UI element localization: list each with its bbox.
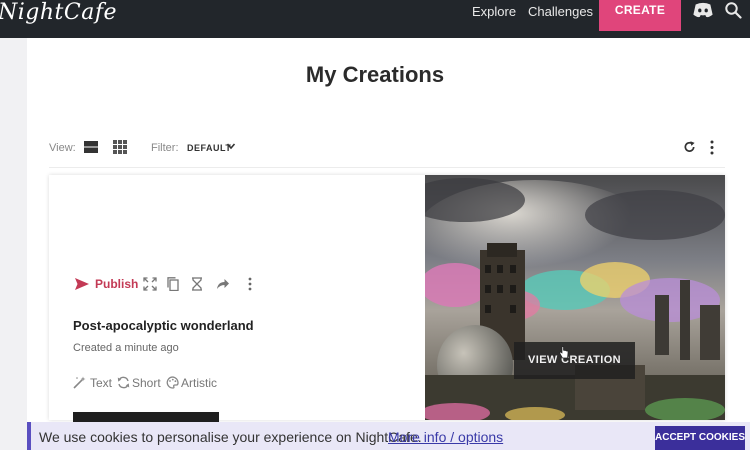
- list-view-icon[interactable]: [84, 140, 98, 154]
- send-icon[interactable]: [74, 277, 90, 291]
- view-label: View:: [49, 142, 76, 154]
- palette-icon: [166, 376, 179, 389]
- cookie-more-info-link[interactable]: More info / options: [388, 429, 503, 445]
- nav-challenges-link[interactable]: Challenges: [528, 4, 593, 19]
- toolbar-divider: [49, 167, 725, 168]
- accept-cookies-button[interactable]: ACCEPT COOKIES: [655, 426, 745, 450]
- search-icon[interactable]: [724, 1, 742, 19]
- creation-image[interactable]: [425, 175, 725, 420]
- nightcafe-logo[interactable]: NightCafe: [0, 0, 117, 25]
- tag-length: Short: [132, 376, 161, 390]
- refresh-icon[interactable]: [683, 140, 696, 154]
- view-creation-button[interactable]: VIEW CREATION: [514, 342, 635, 379]
- chevron-down-icon[interactable]: [226, 141, 236, 151]
- cookie-message: We use cookies to personalise your exper…: [39, 429, 422, 445]
- more-options-icon[interactable]: [709, 140, 715, 155]
- create-button[interactable]: CREATE: [599, 0, 681, 31]
- nav-explore-link[interactable]: Explore: [472, 4, 516, 19]
- cookie-banner-accent: [27, 422, 31, 450]
- creation-title[interactable]: Post-apocalyptic wonderland: [73, 318, 254, 333]
- hand-cursor-icon: [559, 346, 569, 359]
- sync-icon: [117, 376, 130, 389]
- filter-dropdown[interactable]: DEFAULT: [187, 143, 231, 153]
- partially-hidden-button[interactable]: [73, 412, 219, 422]
- share-icon[interactable]: [216, 277, 230, 291]
- expand-icon[interactable]: [143, 277, 157, 291]
- publish-button[interactable]: Publish: [95, 277, 138, 291]
- discord-icon[interactable]: [692, 1, 714, 19]
- left-gutter: [0, 38, 27, 450]
- page-title: My Creations: [305, 62, 445, 87]
- creation-timestamp: Created a minute ago: [73, 342, 179, 354]
- copy-icon[interactable]: [166, 277, 180, 291]
- card-more-icon[interactable]: [247, 277, 253, 291]
- tag-type: Text: [90, 376, 113, 390]
- hourglass-icon[interactable]: [190, 277, 204, 291]
- tag-style: Artistic: [181, 376, 217, 390]
- filter-label: Filter:: [151, 142, 179, 154]
- magic-wand-icon: [73, 376, 86, 389]
- grid-view-icon[interactable]: [113, 140, 127, 154]
